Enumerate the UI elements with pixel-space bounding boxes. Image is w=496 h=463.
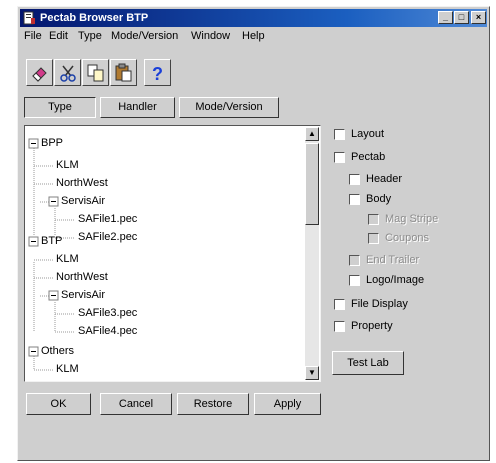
tree-node-others[interactable]: Others <box>41 345 74 358</box>
file-display-checkbox[interactable] <box>334 299 345 310</box>
option-label: Header <box>366 173 403 185</box>
close-button[interactable]: × <box>471 11 486 24</box>
pectab-checkbox[interactable] <box>334 152 345 163</box>
option-label: Layout <box>351 128 385 140</box>
help-button[interactable]: ? <box>144 59 171 86</box>
window-title: Pectab Browser BTP <box>40 12 149 24</box>
eraser-icon <box>32 67 47 82</box>
logo-image-checkbox[interactable] <box>349 275 360 286</box>
paste-icon <box>115 63 132 82</box>
maximize-button[interactable]: □ <box>454 11 469 24</box>
coupons-checkbox <box>368 233 379 244</box>
eraser-button[interactable] <box>26 59 53 86</box>
cut-button[interactable] <box>54 59 81 86</box>
minimize-button[interactable]: _ <box>438 11 453 24</box>
copy-button[interactable] <box>82 59 109 86</box>
menu-edit[interactable]: Edit <box>49 30 68 42</box>
tree-node-klm[interactable]: KLM <box>56 253 79 266</box>
option-label: Pectab <box>351 151 386 163</box>
help-icon: ? <box>152 64 163 83</box>
tree-node-servisair[interactable]: ServisAir <box>61 289 105 302</box>
option-label: Mag Stripe <box>385 213 439 225</box>
tree-node-safile2[interactable]: SAFile2.pec <box>78 231 137 244</box>
scroll-thumb[interactable] <box>305 143 319 225</box>
cancel-button[interactable]: Cancel <box>100 393 172 415</box>
ok-button[interactable]: OK <box>26 393 91 415</box>
pectab-browser-window: Pectab Browser BTP _ □ × File Edit Type … <box>17 6 490 461</box>
tree-node-klm[interactable]: KLM <box>56 363 79 376</box>
tree-node-safile4[interactable]: SAFile4.pec <box>78 325 137 338</box>
tree-node-klm[interactable]: KLM <box>56 159 79 172</box>
tree-node-safile1[interactable]: SAFile1.pec <box>78 213 137 226</box>
tree-node-safile3[interactable]: SAFile3.pec <box>78 307 137 320</box>
layout-checkbox[interactable] <box>334 129 345 140</box>
scroll-down-button[interactable]: ▼ <box>305 366 319 380</box>
header-checkbox[interactable] <box>349 174 360 185</box>
tab-type[interactable]: Type <box>24 97 96 118</box>
test-lab-button[interactable]: Test Lab <box>332 351 404 375</box>
option-label: Logo/Image <box>366 274 425 286</box>
scroll-up-button[interactable]: ▲ <box>305 127 319 141</box>
property-checkbox[interactable] <box>334 321 345 332</box>
option-label: File Display <box>351 298 408 310</box>
cut-icon <box>60 65 76 82</box>
tree-node-northwest[interactable]: NorthWest <box>56 177 108 190</box>
end-trailer-checkbox <box>349 255 360 266</box>
apply-button[interactable]: Apply <box>254 393 321 415</box>
tree-view[interactable]: BPP KLM NorthWest ServisAir SAFile1.pec … <box>24 125 321 382</box>
menu-window[interactable]: Window <box>191 30 230 42</box>
tree-vertical-scrollbar[interactable]: ▲ ▼ <box>305 127 319 380</box>
menu-type[interactable]: Type <box>78 30 102 42</box>
mag-stripe-checkbox <box>368 214 379 225</box>
option-label: Property <box>351 320 393 332</box>
app-icon <box>23 11 35 25</box>
tree-node-btp[interactable]: BTP <box>41 235 62 248</box>
tab-handler[interactable]: Handler <box>100 97 175 118</box>
restore-button[interactable]: Restore <box>177 393 249 415</box>
option-label: Body <box>366 193 392 205</box>
menu-mode-version[interactable]: Mode/Version <box>111 30 178 42</box>
title-bar[interactable]: Pectab Browser BTP _ □ × <box>20 9 487 27</box>
tree-node-servisair[interactable]: ServisAir <box>61 195 105 208</box>
menu-file[interactable]: File <box>24 30 42 42</box>
option-label: Coupons <box>385 232 430 244</box>
tree-node-bpp[interactable]: BPP <box>41 137 63 150</box>
tree-node-northwest[interactable]: NorthWest <box>56 271 108 284</box>
menu-help[interactable]: Help <box>242 30 265 42</box>
svg-text:?: ? <box>152 64 163 83</box>
paste-button[interactable] <box>110 59 137 86</box>
body-checkbox[interactable] <box>349 194 360 205</box>
tab-mode-version[interactable]: Mode/Version <box>179 97 279 118</box>
option-label: End Trailer <box>366 254 420 266</box>
copy-icon <box>87 64 104 82</box>
